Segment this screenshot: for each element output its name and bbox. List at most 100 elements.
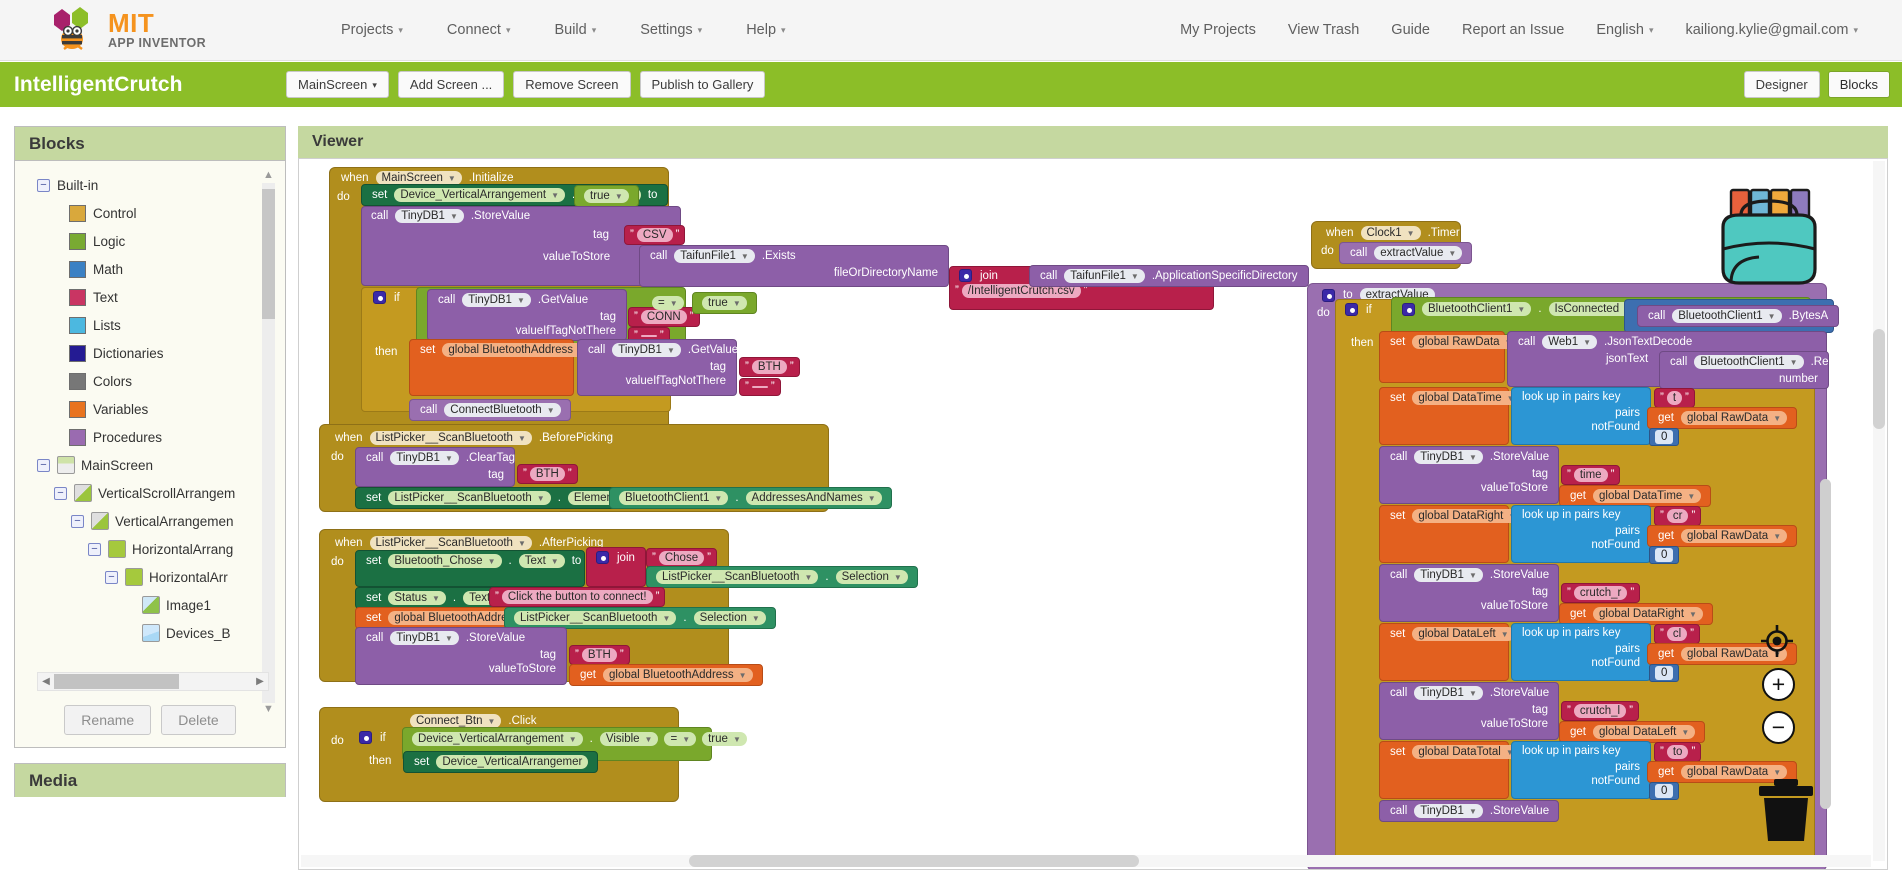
block-call-extractvalue[interactable]: call extractValue ▼ xyxy=(1339,242,1473,264)
chevron-down-icon[interactable]: ▼ xyxy=(682,735,690,744)
delete-button[interactable]: Delete xyxy=(161,705,236,735)
boolean-field[interactable]: true ▼ xyxy=(702,296,747,310)
component-field[interactable]: TinyDB1 ▼ xyxy=(1414,568,1483,582)
text-field[interactable] xyxy=(640,335,657,337)
canvas-vertical-scroll-thumb[interactable] xyxy=(1873,329,1885,429)
builtin-category-dictionaries[interactable]: Dictionaries xyxy=(37,339,285,367)
block-get-rawdata[interactable]: get global RawData ▼ xyxy=(1647,407,1798,429)
block-text-chose[interactable]: ” Chose ” xyxy=(646,548,717,568)
block-taifunfile-appdir[interactable]: call TaifunFile1 ▼ .ApplicationSpecificDi… xyxy=(1029,265,1309,287)
chevron-down-icon[interactable]: ▼ xyxy=(670,299,678,308)
tree-node-verticalscrollarrangem[interactable]: − VerticalScrollArrangem xyxy=(37,479,285,507)
property-field[interactable]: Selection ▼ xyxy=(835,570,908,584)
chevron-down-icon[interactable]: ▼ xyxy=(448,174,456,183)
chevron-down-icon[interactable]: ▼ xyxy=(739,671,747,680)
procedure-field[interactable]: extractValue ▼ xyxy=(1374,246,1463,260)
zoom-out-button[interactable]: − xyxy=(1762,711,1795,744)
block-logic-true[interactable]: true ▼ xyxy=(574,185,639,207)
component-field[interactable]: BluetoothClient1 ▼ xyxy=(1672,309,1782,323)
component-field[interactable]: BluetoothClient1 ▼ xyxy=(1422,302,1532,316)
text-field[interactable]: CONN xyxy=(640,310,687,324)
property-field[interactable]: AddressesAndNames ▼ xyxy=(745,491,882,505)
block-set-bluetooth-chose-text[interactable]: set Bluetooth_Chose ▼ . Text ▼ to xyxy=(355,550,585,587)
chevron-down-icon[interactable]: ▼ xyxy=(1773,532,1781,541)
component-field[interactable]: BluetoothClient1 ▼ xyxy=(619,491,729,505)
chevron-down-icon[interactable]: ▼ xyxy=(488,717,496,726)
variable-field[interactable]: global BluetoothAddress▼ xyxy=(442,343,592,357)
hscrollbar-thumb[interactable] xyxy=(54,674,179,689)
collapse-icon[interactable]: − xyxy=(54,486,67,500)
component-field[interactable]: MainScreen ▼ xyxy=(375,171,462,185)
block-set-global-rawdata[interactable]: set global RawData▼ to xyxy=(1379,331,1535,383)
trash-can-icon[interactable] xyxy=(1755,777,1817,848)
builtin-category-colors[interactable]: Colors xyxy=(37,367,285,395)
component-field[interactable]: TinyDB1 ▼ xyxy=(612,343,681,357)
component-field[interactable]: TaifunFile1 ▼ xyxy=(1064,269,1145,283)
block-set-global-bluetoothaddress[interactable]: set global BluetoothAddress▼ to xyxy=(409,339,609,396)
block-text-key[interactable]: ” to” xyxy=(1654,742,1702,762)
component-field[interactable]: Status ▼ xyxy=(388,591,446,605)
block-tinydb-storevalue[interactable]: call TinyDB1 ▼ .StoreValue tag valueToStore xyxy=(1379,682,1559,740)
chevron-down-icon[interactable]: ▼ xyxy=(662,614,670,623)
block-get-variable[interactable]: get global DataRight ▼ xyxy=(1559,603,1713,625)
block-lookup-in-pairs[interactable]: look up in pairs key pairs notFound xyxy=(1511,623,1651,681)
block-tinydb-storevalue-2[interactable]: call TinyDB1 ▼ .StoreValue tag valueToSto… xyxy=(355,627,567,685)
number-field[interactable]: 0 xyxy=(1655,548,1674,562)
component-field[interactable]: ListPicker__ScanBluetooth ▼ xyxy=(656,570,819,584)
component-field[interactable]: TinyDB1 ▼ xyxy=(1414,450,1483,464)
block-set-variable[interactable]: setglobal DataRight▼to xyxy=(1379,505,1539,563)
tree-node-verticalarrangemen[interactable]: − VerticalArrangemen xyxy=(37,507,285,535)
collapse-icon[interactable]: − xyxy=(88,542,101,556)
text-field[interactable]: crutch_r xyxy=(1573,586,1628,600)
variable-field[interactable]: global DataTime▼ xyxy=(1412,391,1521,405)
block-number-notfound[interactable]: 0 xyxy=(1649,546,1680,564)
chevron-down-icon[interactable]: ▼ xyxy=(868,494,876,503)
canvas-vertical-scrollbar[interactable] xyxy=(1873,161,1885,861)
link-report-an-issue[interactable]: Report an Issue xyxy=(1446,16,1580,44)
block-tinydb-storevalue-partial[interactable]: call TinyDB1 ▼ .StoreValue xyxy=(1379,800,1559,822)
block-set-variable[interactable]: setglobal DataTotal▼to xyxy=(1379,741,1536,799)
text-field[interactable]: cr xyxy=(1666,509,1689,523)
block-text-empty-2[interactable]: ” ” xyxy=(739,378,781,396)
chevron-down-icon[interactable]: ▼ xyxy=(741,252,749,261)
chevron-down-icon[interactable]: ▼ xyxy=(667,346,675,355)
chevron-down-icon[interactable]: ▼ xyxy=(1501,630,1509,639)
chevron-down-icon[interactable]: ▼ xyxy=(518,434,526,443)
mit-app-inventor-logo[interactable]: MIT APP INVENTOR xyxy=(42,6,267,54)
number-field[interactable]: 0 xyxy=(1655,430,1674,444)
menu-projects[interactable]: Projects ▾ xyxy=(319,16,425,44)
tree-node-image1[interactable]: Image1 xyxy=(37,591,285,619)
block-logic-true-2[interactable]: true ▼ xyxy=(692,292,757,314)
component-field[interactable]: Device_VerticalArrangemer xyxy=(436,755,589,769)
mutator-gear-icon[interactable] xyxy=(596,551,609,564)
link-my-projects[interactable]: My Projects xyxy=(1164,16,1272,44)
chevron-down-icon[interactable]: ▼ xyxy=(1469,807,1477,816)
component-field[interactable]: Device_VerticalArrangement ▼ xyxy=(412,732,583,746)
component-field[interactable]: Clock1 ▼ xyxy=(1360,226,1421,240)
property-field[interactable]: Selection ▼ xyxy=(693,611,766,625)
chevron-down-icon[interactable]: ▼ xyxy=(551,191,559,200)
builtin-category-procedures[interactable]: Procedures xyxy=(37,423,285,451)
chevron-down-icon[interactable]: ▼ xyxy=(537,494,545,503)
variable-field[interactable]: global DataLeft ▼ xyxy=(1593,725,1696,739)
text-field[interactable]: t xyxy=(1666,391,1683,405)
chevron-down-icon[interactable]: ▼ xyxy=(1689,610,1697,619)
component-field[interactable]: Device_VerticalArrangement ▼ xyxy=(394,188,566,202)
component-field[interactable]: TinyDB1 ▼ xyxy=(390,631,459,645)
component-field[interactable]: ListPicker__ScanBluetooth ▼ xyxy=(369,536,532,550)
component-field[interactable]: Connect_Btn ▼ xyxy=(410,714,502,728)
block-text-tag[interactable]: ” time” xyxy=(1561,465,1621,485)
mutator-gear-icon[interactable] xyxy=(1322,288,1335,302)
chevron-down-icon[interactable]: ▼ xyxy=(1687,492,1695,501)
chevron-down-icon[interactable]: ▼ xyxy=(752,614,760,623)
rename-button[interactable]: Rename xyxy=(64,705,152,735)
mutator-gear-icon[interactable] xyxy=(359,731,372,744)
chevron-down-icon[interactable]: ▼ xyxy=(1517,305,1525,314)
block-lookup-in-pairs[interactable]: look up in pairs key pairs notFound xyxy=(1511,387,1651,445)
builtin-category-text[interactable]: Text xyxy=(37,283,285,311)
center-blocks-button[interactable] xyxy=(1759,623,1795,664)
chevron-down-icon[interactable]: ▼ xyxy=(733,299,741,308)
procedure-inner-scrollbar[interactable] xyxy=(1820,479,1831,809)
component-field[interactable]: ListPicker__ScanBluetooth ▼ xyxy=(514,611,677,625)
builtin-category-variables[interactable]: Variables xyxy=(37,395,285,423)
